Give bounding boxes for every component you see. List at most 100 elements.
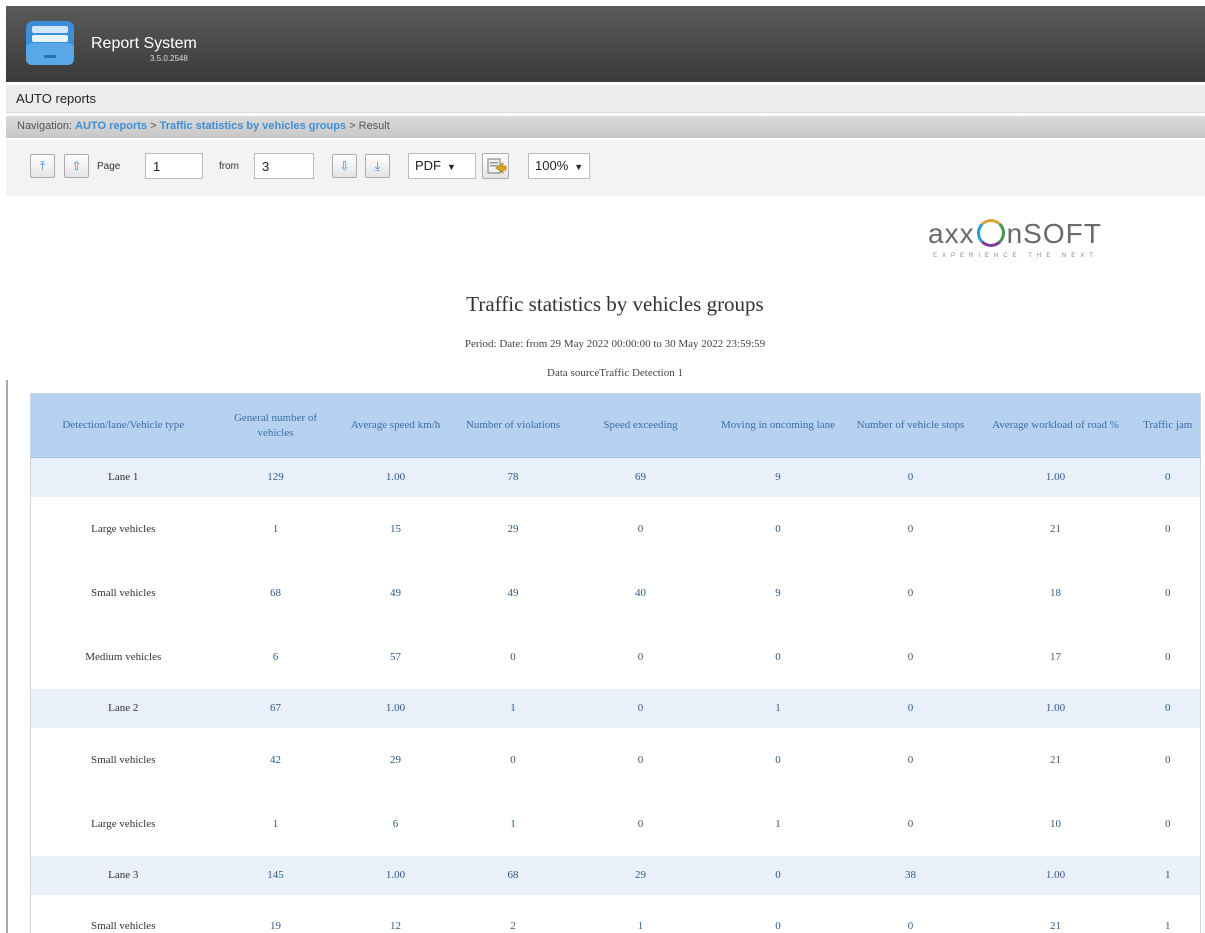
table-cell: Small vehicles (91, 920, 156, 933)
table-cell: 15 (390, 522, 401, 535)
zoom-select[interactable]: 100% ▼ (528, 153, 590, 179)
section-title: AUTO reports (6, 85, 1205, 113)
table-cell: 49 (507, 586, 519, 599)
table-cell: 0 (775, 753, 781, 766)
table-cell: 0 (907, 817, 914, 830)
table-cell: 18 (1050, 586, 1061, 599)
previous-page-button[interactable]: ⇧ (64, 154, 89, 178)
table-cell: 0 (570, 688, 711, 728)
table-cell: 1 (272, 522, 279, 535)
table-cell: 67 (215, 688, 336, 728)
zoom-value: 100% (535, 158, 569, 173)
table-cell: 1.00 (335, 457, 456, 497)
table-cell: 1 (1165, 920, 1171, 933)
table-cell: 49 (390, 586, 401, 599)
breadcrumb-link-traffic-statistics[interactable]: Traffic statistics by vehicles groups (160, 120, 346, 132)
table-cell: Lane 3 (30, 855, 216, 895)
table-cell: 1.00 (335, 688, 456, 728)
table-cell: 0 (637, 753, 644, 766)
table-cell: 17 (1050, 650, 1061, 663)
table-row: Large vehicles 1 6 1 0 1 0 10 0 (31, 792, 1201, 856)
column-header: Traffic jam (1135, 393, 1201, 458)
table-cell: 1 (272, 817, 279, 830)
table-row: Small vehicles 42 29 0 0 0 0 21 0 (31, 728, 1201, 792)
breadcrumb-link-auto-reports[interactable]: AUTO reports (75, 120, 147, 132)
table-cell: 0 (1135, 688, 1201, 728)
table-cell: 6 (272, 650, 279, 663)
table-cell: Small vehicles (91, 753, 156, 766)
table-cell: 0 (1165, 753, 1171, 766)
chevron-down-icon: ▼ (447, 162, 456, 172)
table-cell: Large vehicles (91, 522, 156, 535)
breadcrumb-separator: > (150, 120, 157, 132)
export-format-value: PDF (415, 158, 441, 173)
column-header: General number of vehicles (215, 393, 336, 458)
table-cell: 129 (215, 457, 336, 497)
app-title: Report System (91, 35, 197, 52)
column-header: Number of violations (455, 393, 571, 458)
table-row-lane-total: Lane 2 67 1.00 1 0 1 0 1.00 0 (30, 688, 1201, 728)
table-cell: 0 (1165, 586, 1171, 599)
breadcrumb-current: Result (358, 120, 390, 132)
report-table: Detection/lane/Vehicle type General numbe… (30, 393, 1201, 933)
from-label: from (219, 161, 239, 172)
table-cell: 1 (1135, 855, 1201, 895)
last-page-button[interactable]: ⤓ (365, 154, 390, 178)
column-header: Average speed km/h (335, 393, 456, 458)
table-cell: 0 (637, 650, 644, 663)
table-cell: 0 (907, 586, 914, 599)
page-input[interactable] (145, 153, 203, 179)
logo-tagline: EXPERIENCE THE NEXT (933, 253, 1098, 259)
table-row-lane-total: Lane 1 129 1.00 78 69 9 0 1.00 0 (30, 457, 1201, 497)
table-cell: 0 (1135, 457, 1201, 497)
table-cell: 38 (845, 855, 976, 895)
table-cell: 0 (775, 920, 781, 933)
page-border-line (6, 380, 8, 933)
table-cell: 69 (570, 457, 711, 497)
table-cell: 10 (1050, 817, 1061, 830)
export-format-select[interactable]: PDF ▼ (408, 153, 476, 179)
table-cell: 40 (635, 586, 646, 599)
table-cell: 1.00 (975, 688, 1136, 728)
table-cell: 0 (775, 650, 781, 663)
export-button[interactable] (482, 153, 509, 179)
table-cell: 21 (1050, 522, 1061, 535)
table-cell: 0 (510, 753, 516, 766)
table-cell: 1 (510, 817, 516, 830)
table-cell: 78 (455, 457, 571, 497)
table-cell: 21 (1050, 753, 1061, 766)
table-cell: Lane 1 (30, 457, 216, 497)
table-cell: 1 (455, 688, 571, 728)
breadcrumb: Navigation: AUTO reports > Traffic stati… (6, 116, 1205, 138)
breadcrumb-separator: > (349, 120, 356, 132)
total-pages-field (254, 153, 314, 179)
table-cell: 12 (390, 920, 401, 933)
table-cell: 29 (570, 855, 711, 895)
table-cell: 19 (270, 920, 281, 933)
table-cell: 0 (1165, 817, 1171, 830)
column-header: Number of vehicle stops (845, 393, 976, 458)
first-page-button[interactable]: ⤒ (30, 154, 55, 178)
table-cell: 0 (907, 522, 914, 535)
table-cell: 68 (455, 855, 571, 895)
table-cell: 6 (392, 817, 399, 830)
next-page-button[interactable]: ⇩ (332, 154, 357, 178)
column-header: Detection/lane/Vehicle type (30, 393, 216, 458)
app-header: Report System 3.5.0.2548 (6, 6, 1205, 82)
logo-ring-icon (976, 219, 1005, 247)
table-cell: 9 (710, 457, 846, 497)
table-cell: 42 (270, 753, 281, 766)
table-row: Large vehicles 1 15 29 0 0 0 21 0 (31, 497, 1201, 561)
report-toolbar: ⤒ ⇧ Page from ⇩ ⤓ PDF ▼ 100% ▼ (6, 140, 1205, 196)
chevron-down-icon: ▼ (574, 162, 584, 172)
table-cell: 0 (775, 522, 781, 535)
company-logo: axx nSOFT EXPERIENCE THE NEXT (928, 218, 1178, 278)
table-cell: 29 (390, 753, 401, 766)
column-header: Moving in oncoming lane (710, 393, 846, 458)
table-cell: 0 (637, 817, 644, 830)
table-cell: Large vehicles (91, 817, 156, 830)
table-cell: Medium vehicles (85, 650, 162, 663)
report-period: Period: Date: from 29 May 2022 00:00:00 … (464, 338, 766, 350)
table-cell: 21 (1050, 920, 1061, 933)
table-cell: 0 (1165, 522, 1171, 535)
